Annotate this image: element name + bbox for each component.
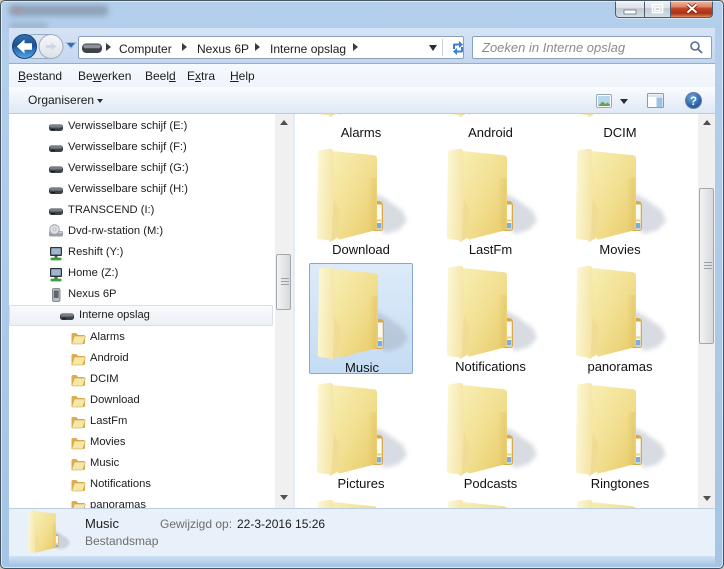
- svg-text:?: ?: [690, 96, 697, 108]
